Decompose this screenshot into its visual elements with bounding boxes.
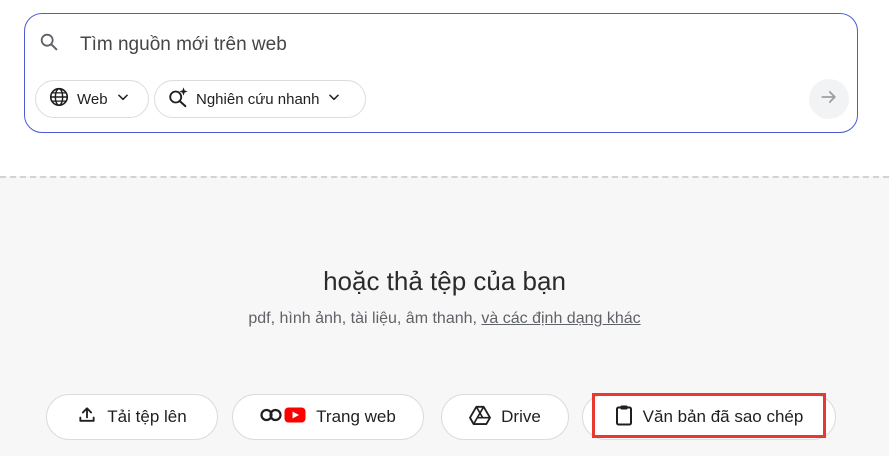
more-formats-link[interactable]: và các định dạng khác [481, 310, 640, 327]
file-drop-zone[interactable]: hoặc thả tệp của bạn pdf, hình ảnh, tài … [0, 176, 889, 456]
web-source-dropdown[interactable]: Web [35, 80, 149, 118]
research-chip-label: Nghiên cứu nhanh [196, 90, 320, 108]
sparkle-search-icon [167, 86, 189, 112]
copied-text-button[interactable]: Văn bản đã sao chép [582, 394, 836, 440]
add-website-button[interactable]: Trang web [232, 394, 424, 440]
globe-icon [48, 86, 70, 112]
supported-formats-text: pdf, hình ảnh, tài liệu, âm thanh, [248, 310, 482, 327]
drive-icon [469, 405, 492, 430]
drop-zone-title: hoặc thả tệp của bạn [323, 266, 566, 296]
youtube-icon [284, 407, 306, 428]
link-icon [260, 407, 282, 427]
drop-zone-subtitle: pdf, hình ảnh, tài liệu, âm thanh, và cá… [0, 309, 889, 329]
web-chip-label: Web [77, 90, 108, 108]
submit-search-button[interactable] [809, 79, 849, 119]
upload-icon [77, 405, 97, 430]
chevron-down-icon [116, 90, 130, 108]
research-mode-dropdown[interactable]: Nghiên cứu nhanh [154, 80, 366, 118]
search-icon [38, 31, 60, 53]
upload-files-button[interactable]: Tải tệp lên [46, 394, 218, 440]
search-input[interactable]: Tìm nguồn mới trên web [80, 33, 287, 57]
upload-files-label: Tải tệp lên [107, 407, 187, 426]
search-box[interactable]: Tìm nguồn mới trên web Web Nghiên cứu nh… [24, 13, 858, 133]
copied-text-label: Văn bản đã sao chép [642, 407, 804, 426]
add-website-label: Trang web [316, 407, 396, 426]
arrow-right-icon [819, 87, 839, 112]
google-drive-label: Drive [501, 407, 541, 426]
google-drive-button[interactable]: Drive [441, 394, 569, 440]
chevron-down-icon [327, 90, 341, 108]
clipboard-icon [615, 404, 633, 431]
